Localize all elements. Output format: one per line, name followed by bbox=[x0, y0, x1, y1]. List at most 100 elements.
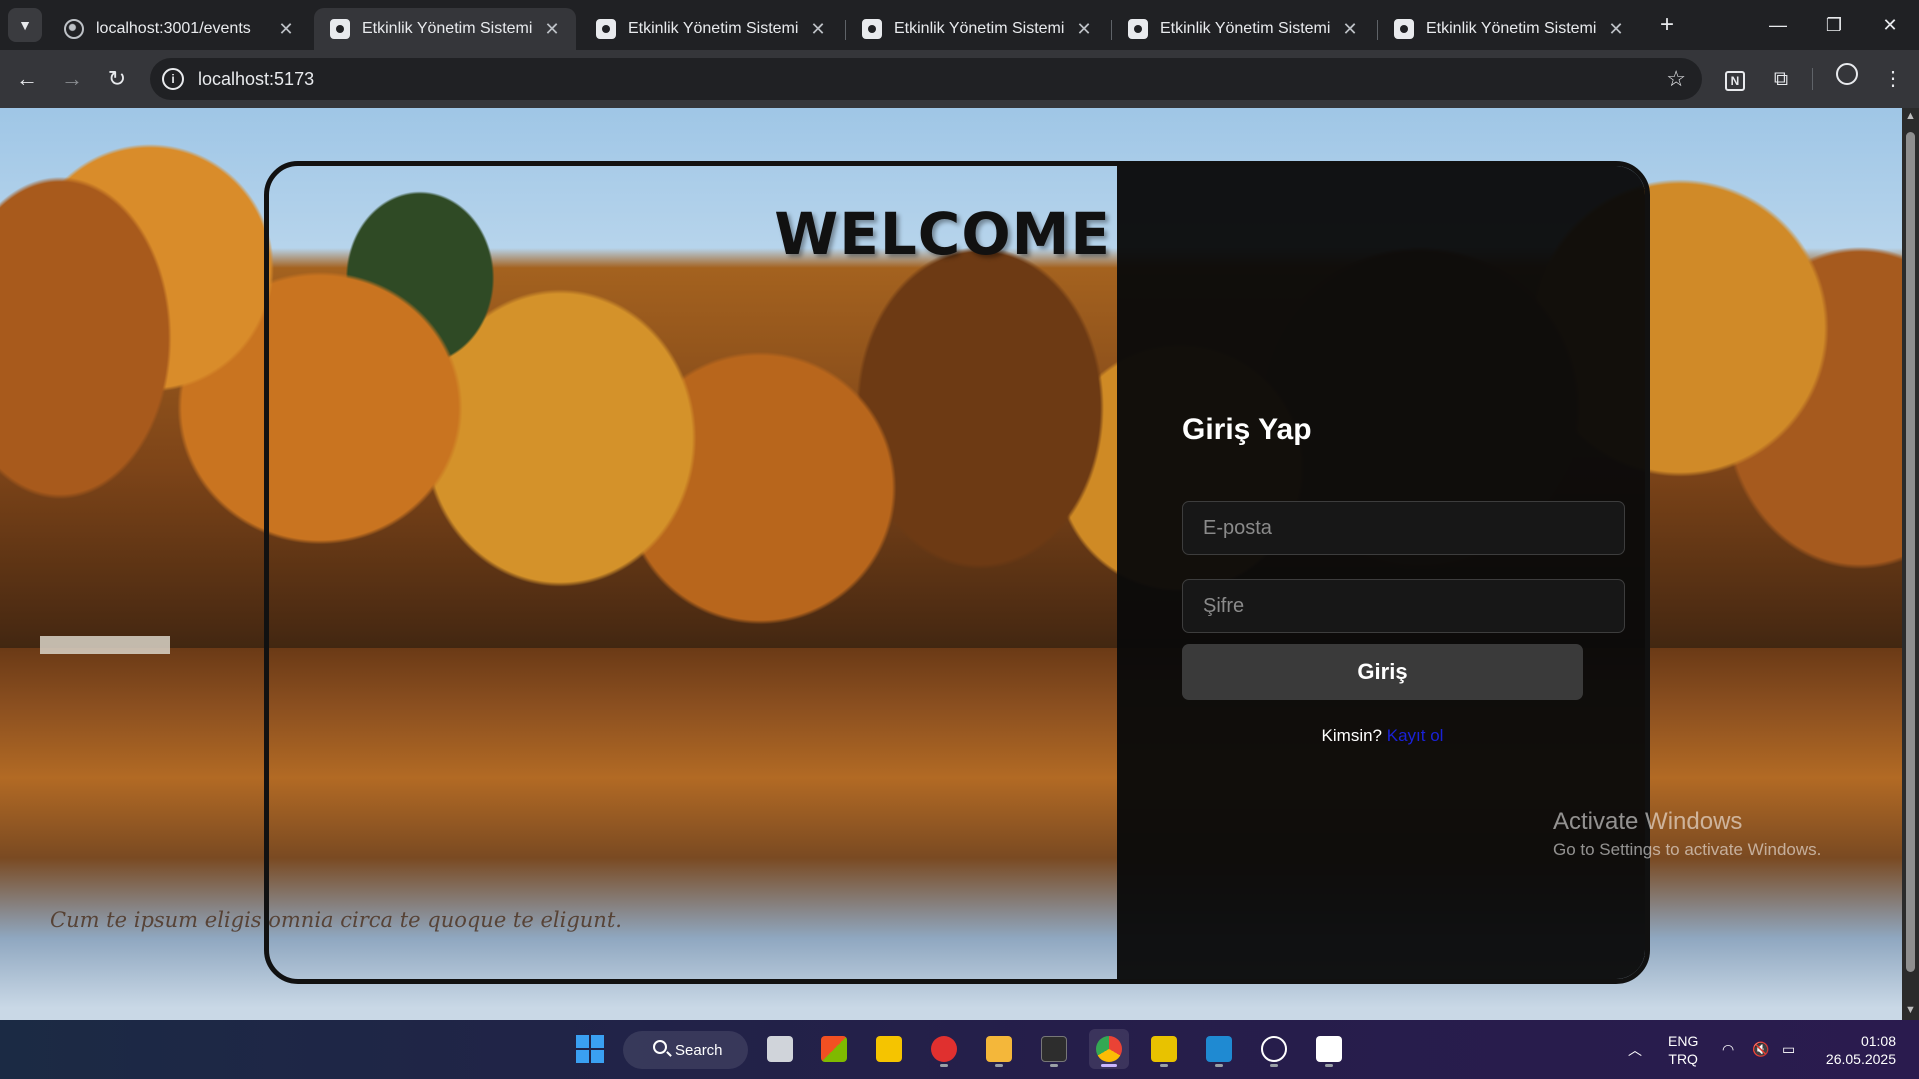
email-field[interactable] bbox=[1182, 501, 1625, 555]
reload-icon: ↻ bbox=[107, 66, 127, 91]
app-terminal[interactable] bbox=[1034, 1029, 1074, 1069]
windows-icon bbox=[576, 1035, 604, 1063]
app-icon bbox=[330, 19, 350, 39]
close-icon[interactable]: ✕ bbox=[1340, 19, 1360, 40]
signup-prompt: Kimsin? bbox=[1321, 726, 1383, 745]
minimize-icon: — bbox=[1769, 15, 1787, 35]
app-pdf-reader[interactable] bbox=[1144, 1029, 1184, 1069]
address-bar[interactable]: i localhost:5173 ☆ bbox=[150, 58, 1702, 100]
login-button[interactable]: Giriş bbox=[1182, 644, 1583, 700]
app-icon bbox=[596, 19, 616, 39]
quote-text: Cum te ipsum eligis omnia circa te quoqu… bbox=[50, 908, 622, 932]
page-viewport: WELCOME Giriş Yap Giriş Kimsin? Kayıt ol… bbox=[0, 108, 1902, 1020]
vivaldi-icon bbox=[931, 1036, 957, 1062]
app-chatgpt[interactable] bbox=[1254, 1029, 1294, 1069]
close-icon[interactable]: ✕ bbox=[276, 19, 296, 40]
back-button[interactable]: ← bbox=[10, 62, 44, 96]
taskbar-search[interactable]: Search bbox=[623, 1031, 748, 1069]
wifi-icon[interactable]: ◠ bbox=[1722, 1020, 1734, 1079]
login-card: WELCOME Giriş Yap Giriş Kimsin? Kayıt ol bbox=[264, 161, 1650, 984]
search-icon bbox=[653, 1040, 667, 1054]
store-icon bbox=[821, 1036, 847, 1062]
login-title: Giriş Yap bbox=[1182, 413, 1312, 446]
tab-events[interactable]: localhost:3001/events ✕ bbox=[48, 8, 310, 50]
system-clock[interactable]: 01:08 26.05.2025 bbox=[1820, 1032, 1896, 1068]
close-icon[interactable]: ✕ bbox=[1606, 19, 1626, 40]
battery-icon[interactable]: ▭ bbox=[1782, 1020, 1795, 1079]
task-view-button[interactable] bbox=[760, 1029, 800, 1069]
tab-search-button[interactable]: ▼ bbox=[8, 8, 42, 42]
browser-toolbar: ← → ↻ i localhost:5173 ☆ N ⧉ ⋮ bbox=[0, 50, 1919, 108]
scroll-thumb[interactable] bbox=[1906, 132, 1915, 972]
tab-title: Etkinlik Yönetim Sistemi bbox=[362, 20, 533, 37]
app-sticky-notes[interactable] bbox=[869, 1029, 909, 1069]
watermark-title: Activate Windows bbox=[1553, 808, 1743, 835]
app-store[interactable] bbox=[814, 1029, 854, 1069]
app-icon bbox=[862, 19, 882, 39]
chevron-up-icon: ︿ bbox=[1628, 1041, 1642, 1058]
tray-overflow-button[interactable]: ︿ bbox=[1628, 1020, 1642, 1079]
page-scrollbar[interactable]: ▲ ▼ bbox=[1902, 108, 1919, 1020]
minimize-button[interactable]: — bbox=[1756, 8, 1800, 42]
tab-app[interactable]: Etkinlik Yönetim Sistemi ✕ bbox=[846, 8, 1108, 50]
scroll-up-icon[interactable]: ▲ bbox=[1902, 110, 1919, 122]
app-icon bbox=[1394, 19, 1414, 39]
info-icon[interactable]: i bbox=[162, 68, 184, 90]
search-label: Search bbox=[675, 1041, 723, 1059]
toolbar-separator bbox=[1812, 68, 1813, 90]
sticky-notes-icon bbox=[876, 1036, 902, 1062]
language-indicator[interactable]: ENG TRQ bbox=[1668, 1032, 1698, 1068]
clock-time: 01:08 bbox=[1860, 1033, 1896, 1049]
tab-app-active[interactable]: Etkinlik Yönetim Sistemi ✕ bbox=[314, 8, 576, 50]
reload-button[interactable]: ↻ bbox=[100, 62, 134, 96]
profile-button[interactable] bbox=[1830, 62, 1864, 96]
activate-windows-watermark: Activate Windows Go to Settings to activ… bbox=[1553, 808, 1821, 860]
app-chrome[interactable] bbox=[1089, 1029, 1129, 1069]
close-window-button[interactable]: ✕ bbox=[1868, 8, 1912, 42]
close-icon[interactable]: ✕ bbox=[542, 19, 562, 40]
restore-icon: ❐ bbox=[1825, 15, 1843, 35]
tab-app[interactable]: Etkinlik Yönetim Sistemi ✕ bbox=[1378, 8, 1640, 50]
scroll-down-icon[interactable]: ▼ bbox=[1902, 1004, 1919, 1016]
tab-app[interactable]: Etkinlik Yönetim Sistemi ✕ bbox=[580, 8, 842, 50]
tab-title: Etkinlik Yönetim Sistemi bbox=[894, 20, 1065, 37]
menu-button[interactable]: ⋮ bbox=[1876, 62, 1910, 96]
background-pier bbox=[40, 636, 170, 654]
close-icon: ✕ bbox=[1882, 15, 1898, 35]
notion-extension-button[interactable]: N bbox=[1718, 62, 1752, 96]
plus-icon: + bbox=[1659, 11, 1674, 38]
restore-button[interactable]: ❐ bbox=[1812, 8, 1856, 42]
chatgpt-icon bbox=[1261, 1036, 1287, 1062]
chevron-down-icon: ▼ bbox=[18, 17, 32, 33]
signup-link[interactable]: Kayıt ol bbox=[1387, 726, 1444, 745]
close-icon[interactable]: ✕ bbox=[1074, 19, 1094, 40]
new-tab-button[interactable]: + bbox=[1652, 10, 1682, 40]
tab-title: Etkinlik Yönetim Sistemi bbox=[1160, 20, 1331, 37]
app-vscode[interactable] bbox=[1199, 1029, 1239, 1069]
globe-icon bbox=[64, 19, 84, 39]
terminal-icon bbox=[1041, 1036, 1067, 1062]
windows-taskbar: Search ︿ ENG TRQ ◠ 🔇 ▭ 01:08 26.05.2025 bbox=[0, 1020, 1919, 1079]
arrow-left-icon: ← bbox=[16, 66, 38, 91]
extensions-button[interactable]: ⧉ bbox=[1764, 62, 1798, 96]
profile-icon bbox=[1836, 63, 1858, 85]
folder-icon bbox=[986, 1036, 1012, 1062]
tab-title: Etkinlik Yönetim Sistemi bbox=[1426, 20, 1597, 37]
close-icon[interactable]: ✕ bbox=[808, 19, 828, 40]
tab-app[interactable]: Etkinlik Yönetim Sistemi ✕ bbox=[1112, 8, 1374, 50]
star-icon[interactable]: ☆ bbox=[1666, 66, 1686, 92]
url-text[interactable]: localhost:5173 bbox=[198, 69, 314, 90]
app-vivaldi[interactable] bbox=[924, 1029, 964, 1069]
volume-muted-icon[interactable]: 🔇 bbox=[1752, 1020, 1769, 1079]
app-notion[interactable] bbox=[1309, 1029, 1349, 1069]
notion-icon: N bbox=[1725, 71, 1745, 91]
pdf-icon bbox=[1151, 1036, 1177, 1062]
tab-strip: ▼ localhost:3001/events ✕ Etkinlik Yönet… bbox=[0, 0, 1919, 50]
more-vert-icon: ⋮ bbox=[1883, 68, 1903, 90]
language-code: ENG bbox=[1668, 1033, 1699, 1049]
start-button[interactable] bbox=[570, 1029, 610, 1069]
password-field[interactable] bbox=[1182, 579, 1625, 633]
forward-button[interactable]: → bbox=[55, 62, 89, 96]
notion-icon bbox=[1316, 1036, 1342, 1062]
app-file-explorer[interactable] bbox=[979, 1029, 1019, 1069]
